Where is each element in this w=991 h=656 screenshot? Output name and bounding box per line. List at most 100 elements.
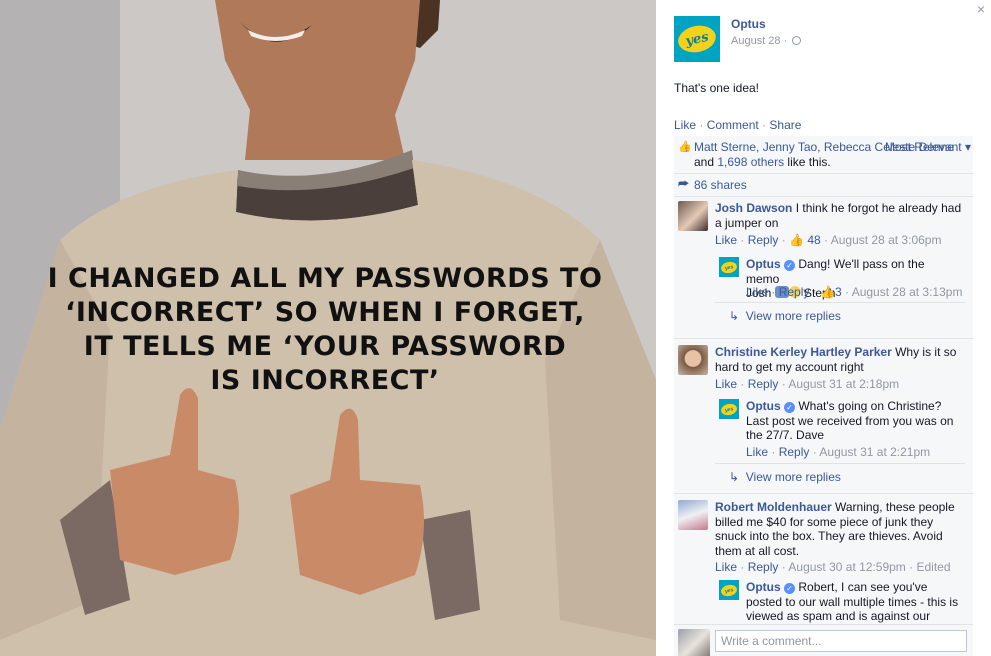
comment-reply-link[interactable]: Reply [748, 377, 779, 391]
comment-item: Christine Kerley Hartley Parker Why is i… [674, 339, 973, 494]
comment-like-link[interactable]: Like [715, 560, 737, 574]
separator: · [905, 560, 917, 574]
separator: · [778, 377, 789, 391]
thumbs-up-icon: 👍 [820, 285, 835, 299]
thumbs-up-icon: 👍 [678, 141, 692, 153]
edited-label[interactable]: Edited [916, 560, 950, 574]
reply-time[interactable]: August 31 at 2:21pm [819, 445, 930, 459]
post-date-text: August 28 · [731, 35, 788, 47]
separator: · [737, 377, 748, 391]
like-link[interactable]: Like [674, 118, 696, 132]
reply-meta: Like · Reply · 👍3 · August 28 at 3:13pm [746, 285, 962, 299]
post-photo[interactable]: I changed all my passwords to ‘incorrect… [0, 0, 656, 656]
reply-text: Optus ✓ What's going on Christine? Last … [746, 399, 961, 443]
share-link[interactable]: Share [769, 118, 801, 132]
reply-like-link[interactable]: Like [746, 285, 768, 299]
shares-count: 86 shares [694, 178, 747, 192]
comment-like-count[interactable]: 48 [807, 233, 820, 247]
reply-arrow-icon: ↳ [729, 470, 740, 484]
avatar[interactable]: yes [719, 580, 739, 600]
likers-others[interactable]: 1,698 others [717, 155, 784, 169]
globe-icon [792, 36, 802, 45]
separator: · [841, 285, 852, 299]
avatar[interactable] [678, 345, 708, 375]
optus-logo: yes [720, 582, 738, 598]
comment-like-link[interactable]: Like [715, 233, 737, 247]
comment-composer [674, 624, 973, 656]
divider [715, 302, 965, 303]
separator: · [737, 233, 748, 247]
post-date[interactable]: August 28 · [731, 35, 802, 47]
comment-time[interactable]: August 31 at 2:18pm [788, 377, 899, 391]
comment-text: Christine Kerley Hartley Parker Why is i… [715, 345, 965, 374]
comment-like-link[interactable]: Like [715, 377, 737, 391]
replier-name[interactable]: Optus [746, 257, 781, 271]
divider [715, 463, 965, 464]
comment-reply-link[interactable]: Reply [748, 233, 779, 247]
feedback-section: 👍 Matt Sterne, Jenny Tao, Rebecca Celest… [674, 136, 973, 634]
reply-reply-link[interactable]: Reply [779, 285, 810, 299]
close-icon[interactable]: × [977, 1, 985, 17]
verified-icon: ✓ [784, 260, 796, 271]
avatar[interactable]: yes [719, 257, 739, 277]
meme-line: it tells me ‘your password [83, 331, 567, 362]
comment-item: Josh Dawson I think he forgot he already… [674, 197, 973, 339]
reply-meta: Like · Reply · August 31 at 2:21pm [746, 445, 930, 459]
comment-text: Robert Moldenhauer Warning, these people… [715, 500, 965, 558]
reply-text: Optus ✓ Robert, I can see you've posted … [746, 580, 961, 624]
separator: · [809, 445, 820, 459]
likes-and: and [694, 155, 718, 169]
meme-line: is incorrect’ [210, 365, 440, 396]
commenter-name[interactable]: Robert Moldenhauer [715, 500, 832, 514]
reply-item: yes Optus ✓ What's going on Christine? L… [715, 397, 967, 491]
avatar[interactable] [678, 500, 708, 530]
comment-time[interactable]: August 30 at 12:59pm [788, 560, 905, 574]
replier-name[interactable]: Optus [746, 399, 781, 413]
separator: · [699, 118, 707, 132]
post-panel: × yes Optus August 28 · That's one idea!… [656, 0, 991, 656]
separator: · [768, 445, 779, 459]
likes-suffix: like this. [784, 155, 831, 169]
share-icon: ⮫ [678, 177, 690, 191]
reply-reply-link[interactable]: Reply [779, 445, 810, 459]
view-more-replies[interactable]: ↳ View more replies [729, 470, 841, 484]
shares-summary[interactable]: ⮫ 86 shares [674, 174, 973, 197]
replier-name[interactable]: Optus [746, 580, 781, 594]
comment-text: Josh Dawson I think he forgot he already… [715, 201, 965, 230]
commenter-name[interactable]: Josh Dawson [715, 201, 792, 215]
separator: · [809, 285, 821, 299]
meme-line: I changed all my passwords to [47, 263, 603, 294]
commenter-name[interactable]: Christine Kerley Hartley Parker [715, 345, 892, 359]
comment-time[interactable]: August 28 at 3:06pm [831, 233, 942, 247]
separator: · [778, 560, 789, 574]
reply-like-link[interactable]: Like [746, 445, 768, 459]
comment-reply-link[interactable]: Reply [748, 560, 779, 574]
comment-meta: Like · Reply · 👍 48 · August 28 at 3:06p… [715, 233, 941, 247]
avatar [678, 629, 710, 656]
comment-input[interactable] [715, 630, 967, 652]
separator: · [778, 233, 790, 247]
comment-meta: Like · Reply · August 31 at 2:18pm [715, 377, 899, 391]
optus-logo: yes [720, 259, 738, 275]
reply-arrow-icon: ↳ [729, 309, 740, 323]
avatar[interactable] [678, 201, 708, 231]
view-more-replies[interactable]: ↳ View more replies [729, 309, 841, 323]
sort-dropdown[interactable]: Most Relevant ▾ [885, 140, 971, 155]
page-name[interactable]: Optus [731, 17, 766, 31]
comment-item: Robert Moldenhauer Warning, these people… [674, 494, 973, 634]
verified-icon: ✓ [784, 402, 796, 413]
avatar[interactable]: yes [719, 399, 739, 419]
reply-time[interactable]: August 28 at 3:13pm [852, 285, 963, 299]
comment-meta: Like · Reply · August 30 at 12:59pm · Ed… [715, 560, 951, 574]
view-more-label: View more replies [745, 309, 841, 323]
post-message: That's one idea! [674, 81, 760, 95]
post-actions: Like · Comment · Share [674, 118, 801, 132]
comment-link[interactable]: Comment [707, 118, 759, 132]
reply-like-count[interactable]: 3 [835, 285, 842, 299]
thumbs-up-icon: 👍 [789, 233, 804, 247]
view-more-label: View more replies [745, 470, 841, 484]
page-avatar[interactable]: yes [674, 16, 720, 62]
optus-logo: yes [675, 22, 719, 56]
verified-icon: ✓ [784, 583, 796, 594]
likes-summary: 👍 Matt Sterne, Jenny Tao, Rebecca Celest… [674, 136, 973, 174]
